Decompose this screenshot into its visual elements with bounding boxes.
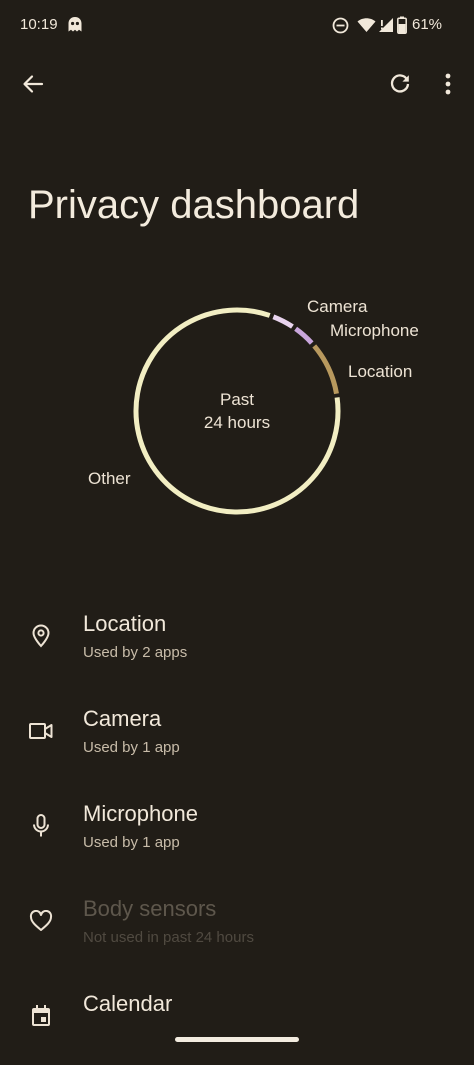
videocam-icon [27,717,55,745]
permission-title: Camera [83,706,162,731]
more-vert-icon [445,73,451,95]
permission-subtitle: Used by 2 apps [83,644,188,661]
permission-item-body-sensors[interactable]: Body sensors Not used in past 24 hours [0,875,474,970]
ghost-app-icon [67,16,83,38]
permission-subtitle: Not used in past 24 hours [83,929,254,946]
permission-title: Body sensors [83,896,217,921]
permission-item-camera[interactable]: Camera Used by 1 app [0,685,474,780]
permission-subtitle: Used by 1 app [83,834,180,851]
wifi-icon [357,17,376,38]
more-options-button[interactable] [428,64,468,104]
chart-label-location: Location [348,362,413,381]
permission-title: Location [83,611,167,636]
chart-label-other: Other [88,469,131,488]
signal-icon [378,17,394,38]
chart-center-text: Past 24 hours [167,388,307,434]
permission-title: Microphone [83,801,198,826]
status-time: 10:19 [20,16,58,33]
heart-icon [27,907,55,935]
chart-label-camera: Camera [307,297,368,316]
permission-title: Calendar [83,991,173,1016]
microphone-icon [27,812,55,840]
back-button[interactable] [13,64,53,104]
gesture-navigation-handle[interactable] [175,1037,299,1042]
usage-ring-chart: Past 24 hours Camera Microphone Location… [0,285,474,535]
location-pin-icon [27,622,55,650]
refresh-button[interactable] [380,64,420,104]
permission-item-location[interactable]: Location Used by 2 apps [0,590,474,685]
chart-label-microphone: Microphone [330,321,419,340]
ring-segment-microphone [294,326,314,345]
chart-center-line-2: 24 hours [203,413,271,432]
battery-percentage: 61% [412,16,443,33]
page-title: Privacy dashboard [28,183,360,227]
do-not-disturb-icon [332,17,349,39]
permission-item-microphone[interactable]: Microphone Used by 1 app [0,780,474,875]
calendar-icon [27,1002,55,1030]
permission-subtitle: Used by 1 app [83,739,180,756]
battery-icon [397,16,407,39]
ring-segment-location [312,344,339,395]
permission-item-calendar[interactable]: Calendar [0,970,474,1065]
status-bar: 10:19 61% [0,0,474,52]
refresh-icon [390,74,410,93]
ring-segment-camera [272,314,294,329]
arrow-back-icon [23,75,44,93]
permission-list: Location Used by 2 apps Camera Used by 1… [0,590,474,1065]
chart-center-line-1: Past [219,390,255,409]
